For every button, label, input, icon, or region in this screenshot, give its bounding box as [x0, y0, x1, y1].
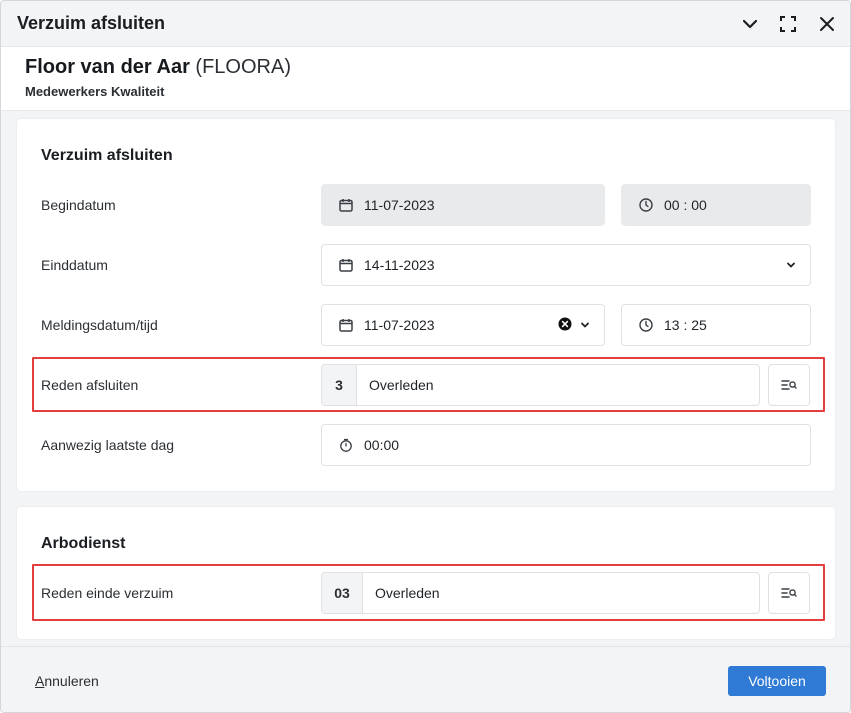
meldingsdatum-time-field[interactable]: 13 : 25 [621, 304, 811, 346]
list-search-icon [781, 380, 797, 390]
cancel-accesskey: A [35, 673, 45, 689]
calendar-icon [338, 197, 354, 213]
begindatum-time-field: 00 : 00 [621, 184, 811, 226]
cancel-button[interactable]: Annuleren [35, 673, 99, 689]
clock-icon [638, 317, 654, 333]
clear-icon[interactable] [558, 317, 572, 334]
calendar-icon [338, 257, 354, 273]
finish-button[interactable]: Vol t ooien [728, 666, 826, 696]
einddatum-label: Einddatum [41, 257, 108, 273]
reden-einde-label: Reden einde verzuim [41, 585, 174, 601]
reden-einde-lookup-button[interactable] [768, 572, 810, 614]
reden-afsluiten-lookup-button[interactable] [768, 364, 810, 406]
reden-afsluiten-value: Overleden [369, 377, 434, 393]
finish-label-post: ooien [771, 673, 806, 689]
stopwatch-icon [338, 437, 354, 453]
einddatum-date-field[interactable]: 14-11-2023 [321, 244, 811, 286]
begindatum-time-value: 00 : 00 [664, 197, 707, 213]
maximize-button[interactable] [774, 10, 802, 38]
begindatum-date-field: 11-07-2023 [321, 184, 605, 226]
meldingsdatum-date-value: 11-07-2023 [364, 317, 435, 333]
dialog-footer: Annuleren Vol t ooien [1, 646, 850, 712]
reden-afsluiten-field[interactable]: 3 Overleden [321, 364, 760, 406]
reden-einde-field[interactable]: 03 Overleden [321, 572, 760, 614]
employee-header: Floor van der Aar (FLOORA) Medewerkers K… [1, 47, 850, 111]
einddatum-date-value: 14-11-2023 [364, 257, 435, 273]
calendar-icon [338, 317, 354, 333]
cancel-label: nnuleren [44, 673, 99, 689]
section-title-close: Verzuim afsluiten [41, 147, 173, 164]
collapse-button[interactable] [736, 10, 764, 38]
chevron-down-icon[interactable] [786, 257, 796, 273]
reden-afsluiten-code: 3 [322, 365, 357, 405]
close-icon [820, 17, 834, 31]
dialog-titlebar: Verzuim afsluiten [1, 1, 850, 47]
reden-einde-code: 03 [322, 573, 363, 613]
begindatum-label: Begindatum [41, 197, 116, 213]
section-title-arbo: Arbodienst [41, 535, 126, 552]
close-absence-card: Verzuim afsluiten Begindatum 11-07-2023 … [17, 119, 835, 491]
chevron-down-icon[interactable] [580, 317, 590, 333]
dialog-content: Verzuim afsluiten Begindatum 11-07-2023 … [1, 111, 850, 646]
arbodienst-card: Arbodienst Reden einde verzuim 03 Overle… [17, 507, 835, 639]
aanwezig-value: 00:00 [364, 437, 400, 453]
employee-name-text: Floor van der Aar [25, 56, 190, 78]
close-button[interactable] [813, 10, 841, 38]
finish-label-pre: Vol [748, 673, 768, 689]
employee-code: (FLOORA) [195, 56, 291, 78]
chevron-down-icon [742, 19, 758, 29]
list-search-icon [781, 588, 797, 598]
begindatum-date-value: 11-07-2023 [364, 197, 435, 213]
aanwezig-label: Aanwezig laatste dag [41, 437, 175, 453]
meldingsdatum-label: Meldingsdatum/tijd [41, 317, 158, 333]
meldingsdatum-date-field[interactable]: 11-07-2023 [321, 304, 605, 346]
employee-name: Floor van der Aar (FLOORA) [25, 56, 291, 79]
maximize-icon [780, 16, 796, 32]
reden-einde-value: Overleden [375, 585, 440, 601]
aanwezig-field[interactable]: 00:00 [321, 424, 811, 466]
employee-department: Medewerkers Kwaliteit [25, 84, 165, 99]
reden-afsluiten-label: Reden afsluiten [41, 377, 139, 393]
clock-icon [638, 197, 654, 213]
dialog-title: Verzuim afsluiten [17, 13, 166, 33]
meldingsdatum-time-value: 13 : 25 [664, 317, 707, 333]
close-absence-dialog: Verzuim afsluiten Floor van der Aar (FLO… [0, 0, 851, 713]
